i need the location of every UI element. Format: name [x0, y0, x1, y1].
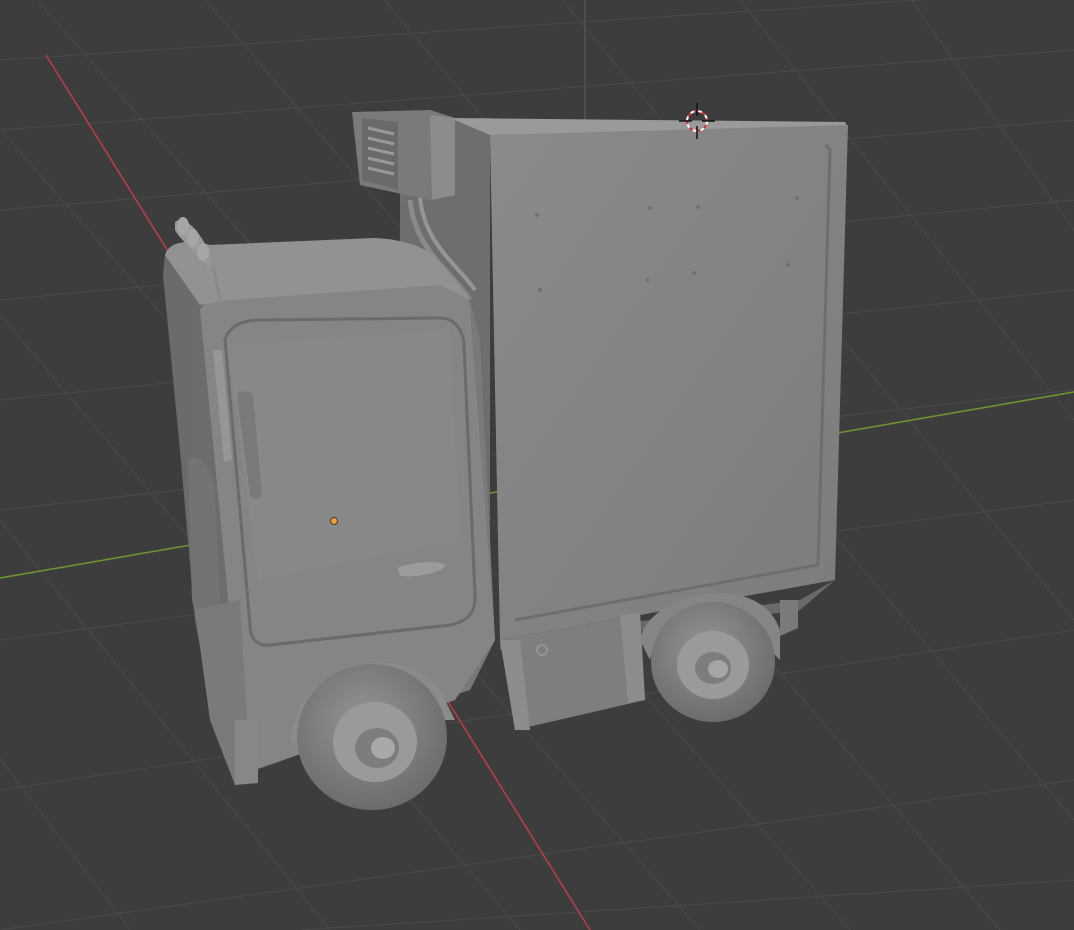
truck-model[interactable] [163, 110, 848, 810]
viewport-canvas[interactable] [0, 0, 1074, 930]
object-origin-icon [330, 517, 338, 525]
3d-viewport[interactable] [0, 0, 1074, 930]
rear-wheel [640, 592, 780, 722]
